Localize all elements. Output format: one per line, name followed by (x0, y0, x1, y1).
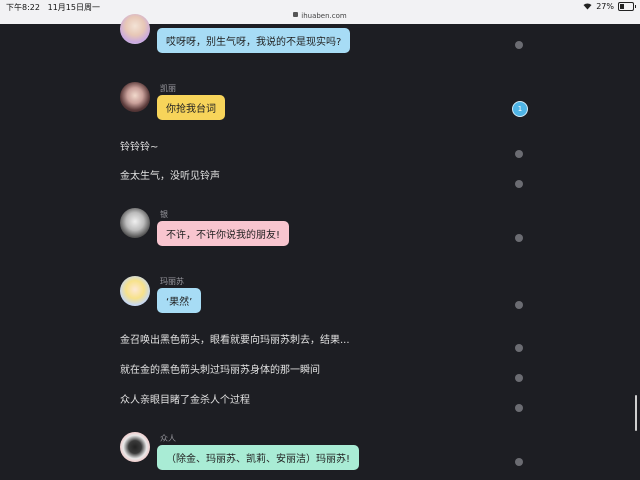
narration-text: 就在金的黑色箭头刺过玛丽苏身体的那一瞬间 (120, 365, 320, 376)
progress-dot[interactable] (515, 458, 523, 466)
message-bubble: 你抢我台词 (157, 95, 225, 120)
avatar[interactable] (120, 432, 150, 462)
avatar[interactable] (120, 14, 150, 44)
message-bubble: 不许，不许你说我的朋友! (157, 221, 290, 246)
message-bubble: 哎呀呀，别生气呀，我说的不是现实吗? (157, 28, 351, 53)
battery-percent: 27% (596, 2, 614, 11)
narration-text: 众人亲眼目睹了金杀人个过程 (120, 395, 250, 406)
scrollbar[interactable] (635, 395, 637, 431)
avatar[interactable] (120, 82, 150, 112)
battery-icon (618, 2, 636, 11)
progress-dot[interactable] (515, 301, 523, 309)
message-bubble: （除金、玛丽苏、凯莉、安丽洁）玛丽苏! (157, 445, 360, 470)
speaker-name: 玛丽苏 (160, 277, 184, 286)
lock-icon (293, 12, 299, 17)
progress-dot[interactable] (515, 41, 523, 49)
speaker-name: 银 (160, 210, 168, 219)
progress-dot[interactable] (515, 150, 523, 158)
address-bar[interactable]: ihuaben.com (0, 12, 640, 20)
status-date: 11月15日周一 (47, 3, 100, 12)
progress-dot[interactable] (515, 234, 523, 242)
status-time: 下午8:22 (6, 3, 40, 12)
status-indicators: 27% (583, 2, 636, 11)
message-bubble: ‘果然’ (157, 288, 202, 313)
url-text: ihuaben.com (301, 12, 347, 20)
narration-text: 铃铃铃~ (120, 142, 159, 153)
avatar[interactable] (120, 276, 150, 306)
wifi-icon (583, 3, 592, 10)
narration-text: 金太生气，没听见铃声 (120, 171, 220, 182)
narration-text: 金召唤出黑色箭头，眼看就要向玛丽苏刺去，结果... (120, 335, 350, 346)
avatar[interactable] (120, 208, 150, 238)
status-bar: 下午8:22 11月15日周一 ihuaben.com 27% (0, 0, 640, 24)
progress-dot[interactable] (515, 374, 523, 382)
progress-dot[interactable] (515, 180, 523, 188)
progress-dot-active[interactable]: 1 (512, 101, 528, 117)
progress-dot[interactable] (515, 344, 523, 352)
speaker-name: 众人 (160, 434, 176, 443)
speaker-name: 凯丽 (160, 84, 176, 93)
progress-dot[interactable] (515, 404, 523, 412)
